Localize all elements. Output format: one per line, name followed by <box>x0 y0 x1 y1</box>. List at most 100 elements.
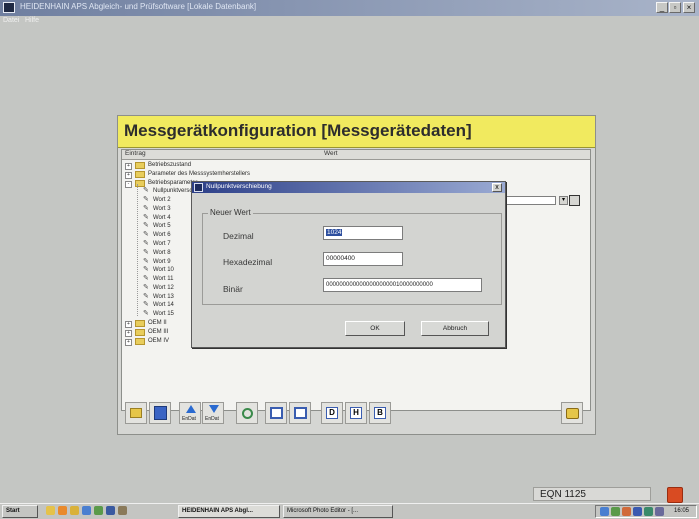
window-icon <box>270 407 283 419</box>
quicklaunch-explorer-icon[interactable] <box>70 506 79 515</box>
cancel-button[interactable]: Abbruch <box>421 321 489 336</box>
open-button[interactable] <box>125 402 147 424</box>
folder-icon <box>135 320 145 328</box>
folder-icon <box>130 408 142 418</box>
tree-item-label: Wort 7 <box>153 241 171 248</box>
collapse-icon[interactable]: - <box>125 180 132 188</box>
hex-field-label: Hexadezimal <box>223 257 273 267</box>
binary-label: B <box>374 407 386 419</box>
quicklaunch-misc-icon[interactable] <box>118 506 127 515</box>
expand-icon[interactable]: + <box>125 338 132 346</box>
tree-item-label: OEM IV <box>148 337 170 344</box>
tray-sound-icon[interactable] <box>611 507 620 516</box>
parameter-icon: ✎ <box>143 248 149 256</box>
parameter-icon: ✎ <box>143 301 149 309</box>
tray-security-icon[interactable] <box>622 507 631 516</box>
list-header: Eintrag Wert <box>122 150 590 160</box>
tray-network-icon[interactable] <box>600 507 609 516</box>
device-name: EQN 1125 <box>540 489 586 500</box>
hex-input[interactable]: 00000400 <box>323 252 403 266</box>
endat-download-button[interactable]: EnDat <box>202 402 224 424</box>
dialog-close-button[interactable]: x <box>492 183 502 192</box>
quicklaunch-folder-icon[interactable] <box>46 506 55 515</box>
value-dropdown-button[interactable]: ▾ <box>559 196 568 205</box>
parameter-icon: ✎ <box>143 231 149 239</box>
view-button-1[interactable] <box>265 402 287 424</box>
decimal-input[interactable]: 1024 <box>323 226 403 240</box>
quicklaunch-ie-icon[interactable] <box>82 506 91 515</box>
tree-item-label: Betriebszustand <box>148 162 192 168</box>
minimize-button[interactable]: _ <box>656 2 668 13</box>
endat-upload-button[interactable]: EnDat <box>179 402 201 424</box>
parameter-icon: ✎ <box>143 310 149 318</box>
endat-upload-label: EnDat <box>182 416 196 422</box>
decimal-button[interactable]: D <box>321 402 343 424</box>
column-header-value[interactable]: Wert <box>324 150 338 157</box>
close-button[interactable]: × <box>683 2 695 13</box>
app-title: HEIDENHAIN APS Abgleich- und Prüfsoftwar… <box>20 2 257 11</box>
refresh-button[interactable] <box>236 402 258 424</box>
tree-item-label: Wort 10 <box>153 267 174 274</box>
app-logo-icon <box>3 2 15 13</box>
binary-button[interactable]: B <box>369 402 391 424</box>
start-label: Start <box>6 508 20 514</box>
app-title-bar: HEIDENHAIN APS Abgleich- und Prüfsoftwar… <box>0 0 699 16</box>
folder-icon <box>135 162 145 169</box>
binary-input[interactable]: 00000000000000000000010000000000 <box>323 278 482 292</box>
task-photo-editor[interactable]: Microsoft Photo Editor - [... <box>283 505 393 518</box>
task-aps-label: HEIDENHAIN APS Abgl... <box>182 508 253 514</box>
ok-button[interactable]: OK <box>345 321 405 336</box>
save-button[interactable] <box>149 402 171 424</box>
column-header-entry[interactable]: Eintrag <box>125 150 146 157</box>
arrow-up-icon <box>186 405 196 413</box>
task-aps[interactable]: HEIDENHAIN APS Abgl... <box>178 505 280 518</box>
parameter-icon: ✎ <box>143 213 149 221</box>
start-button[interactable]: Start <box>2 505 38 518</box>
tree-item-label: Betriebsparameter <box>148 179 198 186</box>
value-edit-button[interactable] <box>569 195 580 206</box>
quicklaunch-tool-icon[interactable] <box>94 506 103 515</box>
new-value-group-label: Neuer Wert <box>208 208 253 217</box>
parameter-icon: ✎ <box>143 292 149 300</box>
parameter-icon: ✎ <box>143 196 149 204</box>
menu-item-hilfe[interactable]: Hilfe <box>25 17 39 24</box>
parameter-icon: ✎ <box>143 275 149 283</box>
zero-offset-dialog: Nullpunktverschiebung x Neuer Wert Dezim… <box>191 181 506 348</box>
dialog-title: Nullpunktverschiebung <box>206 183 272 190</box>
decimal-field-label: Dezimal <box>223 231 254 241</box>
maximize-button[interactable]: ▫ <box>669 2 681 13</box>
refresh-icon <box>242 408 253 419</box>
tree-item-label: Wort 12 <box>153 284 174 291</box>
menu-bar: Datei Hilfe <box>0 16 699 28</box>
tree-item-label: Wort 3 <box>153 205 171 212</box>
menu-item-datei[interactable]: Datei <box>3 17 19 24</box>
status-indicator-icon[interactable] <box>667 487 683 503</box>
tree-item-label: Wort 2 <box>153 197 171 204</box>
parameter-icon: ✎ <box>143 266 149 274</box>
binary-field-label: Binär <box>223 284 243 294</box>
tray-display-icon[interactable] <box>633 507 642 516</box>
quicklaunch-app-icon[interactable] <box>58 506 67 515</box>
tree-item-label: Wort 9 <box>153 258 171 265</box>
tree-item-label: OEM II <box>148 320 167 327</box>
tree-item-folder[interactable]: + Parameter des Messsystemherstellers <box>125 170 310 179</box>
tree-item-label: Wort 4 <box>153 214 171 221</box>
tree-item-label: OEM III <box>148 328 169 335</box>
exit-button[interactable] <box>561 402 583 424</box>
quicklaunch-desktop-icon[interactable] <box>106 506 115 515</box>
clock: 16:05 <box>674 508 690 514</box>
exit-icon <box>566 408 579 419</box>
folder-icon <box>135 170 145 178</box>
tree-item-label: Wort 6 <box>153 232 171 239</box>
tree-item-folder[interactable]: + Betriebszustand <box>125 161 310 170</box>
dialog-title-bar: Nullpunktverschiebung x <box>192 182 505 193</box>
tree-item-label: Wort 11 <box>153 276 174 283</box>
folder-icon <box>135 337 145 345</box>
tray-app-icon[interactable] <box>655 507 664 516</box>
parameter-icon: ✎ <box>143 222 149 230</box>
view-button-2[interactable] <box>289 402 311 424</box>
device-status-field: EQN 1125 <box>533 487 651 501</box>
hexadecimal-button[interactable]: H <box>345 402 367 424</box>
endat-download-label: EnDat <box>205 416 219 422</box>
tray-misc-icon[interactable] <box>644 507 653 516</box>
